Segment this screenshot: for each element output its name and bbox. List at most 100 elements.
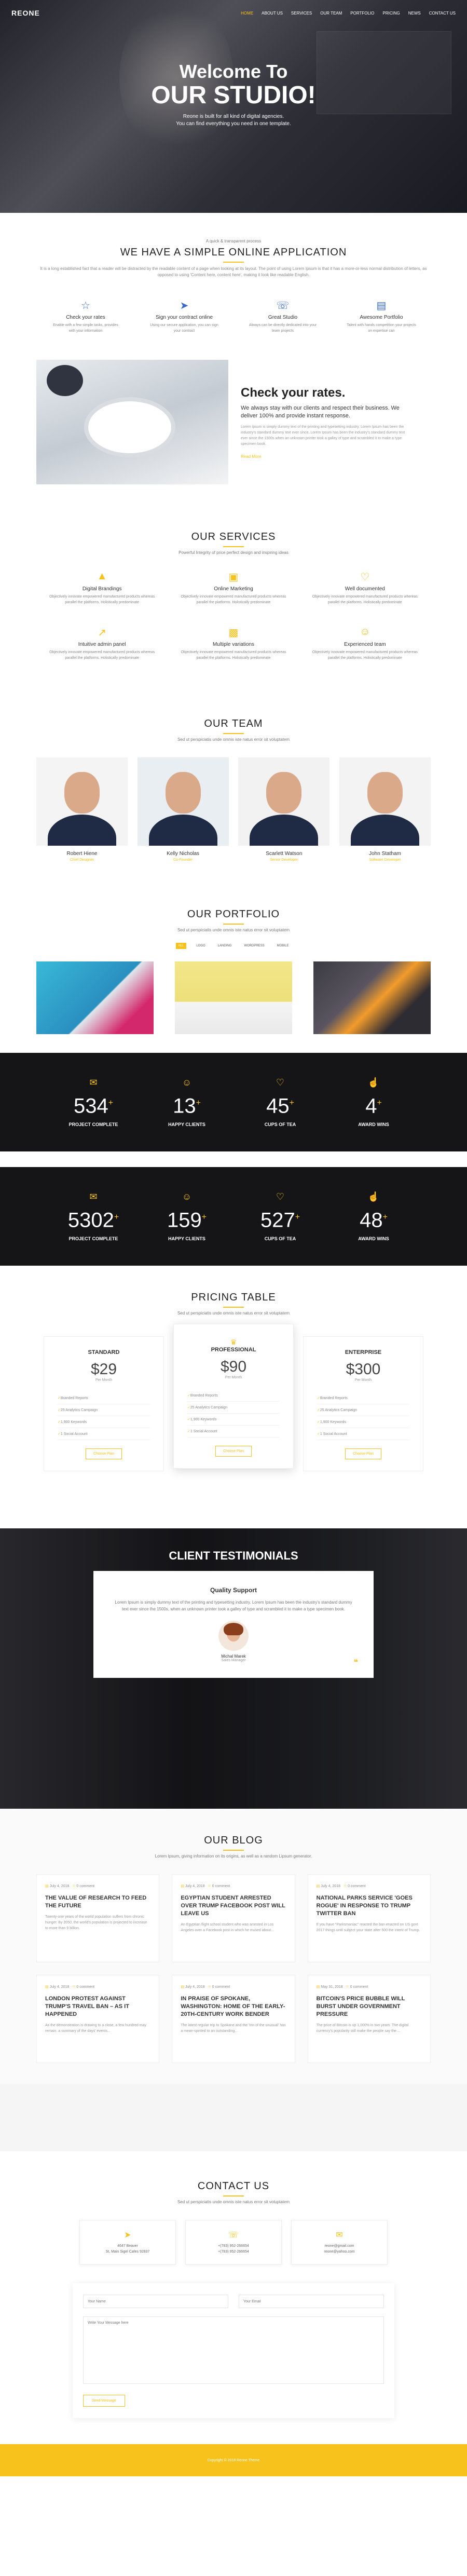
member-photo — [36, 757, 128, 846]
feature: ☏ Great Studio Always can be directly dedi… — [246, 299, 319, 334]
contact-line: St, Main Sigel Cafes 92837 — [105, 2250, 150, 2254]
stat-value: 48 — [360, 1209, 383, 1232]
post-title[interactable]: BITCOIN'S PRICE BUBBLE WILL BURST UNDER … — [317, 1995, 422, 2018]
filter-landing[interactable]: Landing — [215, 943, 235, 949]
hero-desc-2: You can find everything you need in one … — [176, 121, 291, 127]
feature-title: Check your rates — [66, 315, 105, 320]
plus-sign: + — [201, 1213, 207, 1222]
blog-post[interactable]: ▤ July 4, 2018 ☉ 0 comment LONDON PROTEST… — [36, 1975, 160, 2063]
portfolio-item[interactable] — [175, 961, 292, 1034]
nav-team[interactable]: Our Team — [320, 11, 342, 16]
portfolio-grid — [36, 961, 431, 1034]
team-member[interactable]: Scarlett Watson Senior Developer — [238, 757, 330, 862]
service-desc: Objectively innovate empowered manufactu… — [312, 595, 418, 604]
support-icon: ☏ — [276, 300, 290, 311]
filter-mobile[interactable]: Mobile — [274, 943, 292, 949]
post-meta: ▤ July 4, 2018 ☉ 0 comment — [181, 1985, 286, 1989]
nav-home[interactable]: Home — [241, 11, 253, 16]
comment-icon: ☉ — [72, 1985, 76, 1989]
choose-plan-button[interactable]: Choose Plan — [215, 1446, 252, 1457]
post-title[interactable]: LONDON PROTEST AGAINST TRUMP'S TRAVEL BA… — [45, 1995, 150, 2018]
contact-sub: Sed ut perspiciatis unde omnis iste natu… — [177, 2200, 290, 2204]
portfolio-item[interactable] — [36, 961, 154, 1034]
portfolio-item[interactable] — [313, 961, 431, 1034]
contact-line[interactable]: reone@gmail.com — [297, 2243, 382, 2249]
about-section: A quick & transparent process WE HAVE A … — [0, 213, 467, 355]
blog-post[interactable]: ▤ July 4, 2018 ☉ 0 comment THE VALUE OF R… — [36, 1874, 160, 1962]
blog-post[interactable]: ▤ July 4, 2018 ☉ 0 comment EGYPTIAN STUDE… — [172, 1874, 295, 1962]
stat-value: 4 — [365, 1094, 377, 1118]
plan-feature: Branded Reports — [187, 1390, 280, 1402]
team-member[interactable]: Robert Hiene Chief Designer — [36, 757, 128, 862]
about-lead: It is a long established fact that a rea… — [40, 266, 427, 277]
heart-icon: ♡ — [360, 572, 370, 583]
blog-post[interactable]: ▤ July 4, 2018 ☉ 0 comment NATIONAL PARKS… — [307, 1874, 431, 1962]
stat-value: 45 — [266, 1094, 290, 1118]
filter-wordpress[interactable]: Wordpress — [241, 943, 267, 949]
feature: ▤ Awesome Portfolio Talent with hands comp… — [345, 299, 418, 334]
choose-plan-button[interactable]: Choose Plan — [345, 1448, 382, 1459]
stat: ♡ 45+ CUPS OF TEA — [241, 1077, 319, 1127]
post-comment-label: comment — [215, 1985, 230, 1989]
blog-post[interactable]: ▤ May 31, 2018 ☉ 0 comment BITCOIN'S PRIC… — [307, 1975, 431, 2063]
member-photo — [137, 757, 229, 846]
post-excerpt: As the demonstration is drawing to a clo… — [45, 2024, 146, 2033]
blog-post[interactable]: ▤ July 4, 2018 ☉ 0 comment IN PRAISE OF S… — [172, 1975, 295, 2063]
contact-card: ➤ 4647 Beaver St, Main Sigel Cafes 92837 — [79, 2220, 176, 2265]
filter-all[interactable]: All — [175, 943, 187, 949]
hero-desc-1: Reone is built for all kind of digital a… — [183, 114, 284, 119]
team-member[interactable]: Kelly Nicholas Co-Founder — [137, 757, 229, 862]
post-date: July 4, 2018 — [49, 1884, 70, 1888]
pricing-card: STANDARD $29 Per Month Branded Reports 2… — [44, 1336, 164, 1471]
location-icon: ➤ — [124, 2231, 131, 2240]
member-role: Senior Developer — [270, 858, 298, 862]
contact-line[interactable]: reone@yahoo.com — [297, 2249, 382, 2255]
post-meta: ▤ July 4, 2018 ☉ 0 comment — [317, 1884, 422, 1888]
nav-about[interactable]: About Us — [262, 11, 283, 16]
post-title[interactable]: EGYPTIAN STUDENT ARRESTED OVER TRUMP FAC… — [181, 1894, 286, 1918]
filter-logo[interactable]: Logo — [194, 943, 208, 949]
post-title[interactable]: THE VALUE OF RESEARCH TO FEED THE FUTURE — [45, 1894, 150, 1910]
feature: ➤ Sign your contract online Using our secu… — [148, 299, 221, 334]
post-title[interactable]: NATIONAL PARKS SERVICE 'GOES ROGUE' IN R… — [317, 1894, 422, 1918]
member-role: Software Developer — [369, 858, 401, 862]
post-excerpt: Twenty-one years of the world population… — [45, 1915, 147, 1930]
contact-line: +(783) 952-266654 — [218, 2244, 249, 2248]
message-field[interactable] — [83, 2316, 384, 2384]
email-field[interactable] — [239, 2295, 384, 2308]
logo[interactable]: REONE — [11, 9, 40, 17]
calendar-icon: ▤ — [45, 1884, 49, 1888]
portfolio-title: OUR PORTFOLIO — [187, 909, 280, 920]
service-desc: Objectively innovate empowered manufactu… — [181, 650, 286, 660]
post-title[interactable]: IN PRAISE OF SPOKANE, WASHINGTON: HOME O… — [181, 1995, 286, 2018]
team-member[interactable]: John Statham Software Developer — [339, 757, 431, 862]
nav-news[interactable]: News — [408, 11, 421, 16]
spacer-band — [0, 2084, 467, 2151]
portfolio-section: OUR PORTFOLIO Sed ut perspiciatis unde o… — [0, 883, 467, 1045]
name-field[interactable] — [83, 2295, 228, 2308]
contact-card: ☏ +(783) 952-266654 +(783) 952-266654 — [185, 2220, 282, 2265]
calendar-icon: ▤ — [316, 1884, 320, 1888]
feature-title: Awesome Portfolio — [360, 315, 403, 320]
post-comments: 0 — [76, 1884, 79, 1888]
user-icon: ☺ — [360, 626, 370, 638]
read-more-link[interactable]: Read More — [241, 454, 412, 459]
plan-price: $300 — [346, 1361, 381, 1378]
stat-value: 5302 — [67, 1209, 114, 1232]
pricing-card: ENTERPRISE $300 Per Month Branded Report… — [303, 1336, 423, 1471]
nav-contact[interactable]: Contact Us — [429, 11, 456, 16]
nav-services[interactable]: Services — [291, 11, 312, 16]
post-comments: 0 — [212, 1985, 214, 1989]
heart-icon: ♡ — [276, 1191, 285, 1202]
plan-features: Branded Reports 25 Analytics Campaign 1,… — [304, 1392, 423, 1440]
nav-pricing[interactable]: Pricing — [382, 11, 400, 16]
nav-portfolio[interactable]: Portfolio — [350, 11, 374, 16]
stat-value: 159 — [167, 1209, 202, 1232]
member-name: John Statham — [369, 851, 401, 857]
contact-form: Send Message — [73, 2283, 394, 2418]
services-sub: Powerful Integrity of price perfect desi… — [178, 550, 289, 555]
choose-plan-button[interactable]: Choose Plan — [85, 1448, 122, 1459]
calendar-icon: ▤ — [45, 1985, 49, 1989]
form-row — [83, 2295, 384, 2308]
send-message-button[interactable]: Send Message — [83, 2395, 125, 2407]
